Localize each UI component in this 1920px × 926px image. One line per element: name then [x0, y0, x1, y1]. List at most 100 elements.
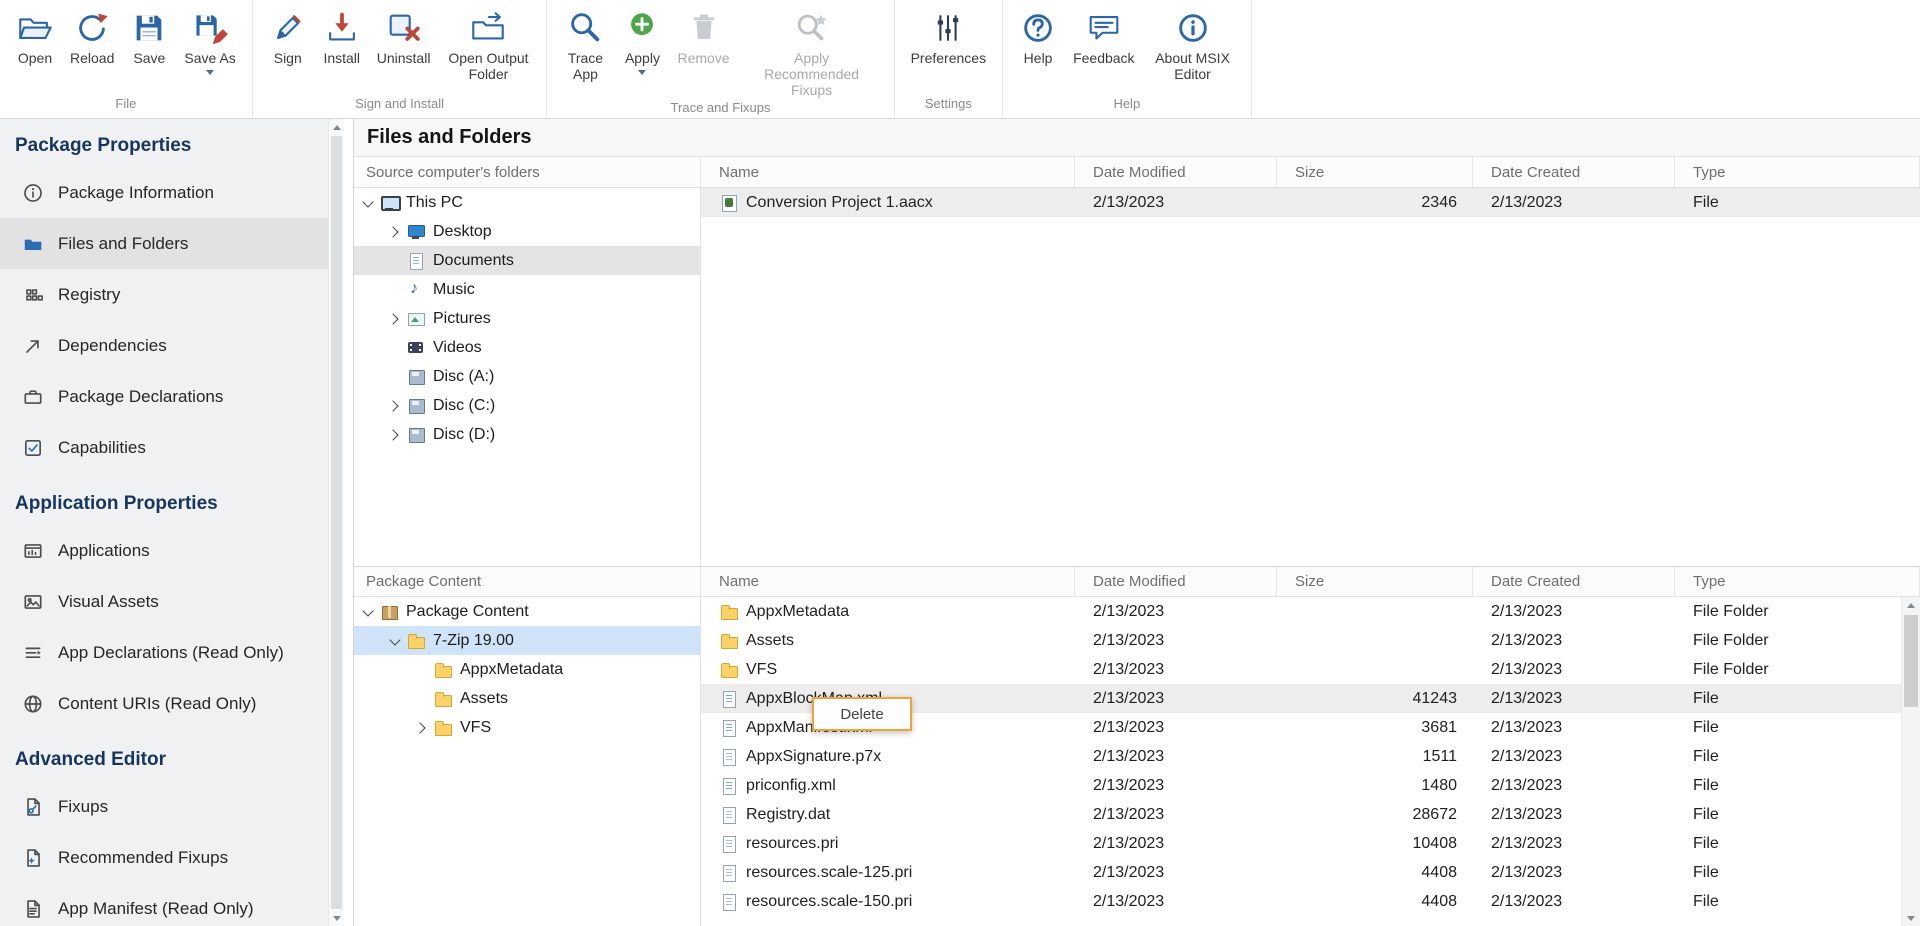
tree-item-label: 7-Zip 19.00: [433, 632, 514, 650]
column-header-type[interactable]: Type: [1675, 157, 1920, 187]
trace-app-button[interactable]: Trace App: [555, 5, 615, 82]
sidebar-item-dependencies[interactable]: Dependencies: [0, 320, 328, 371]
xml-icon: [719, 718, 739, 738]
open-button[interactable]: Open: [8, 5, 62, 66]
column-header-name[interactable]: Name: [701, 567, 1075, 596]
sidebar-item-fixups[interactable]: Fixups: [0, 781, 328, 832]
tree-item[interactable]: 7-Zip 19.00: [354, 626, 700, 655]
tree-item[interactable]: Assets: [354, 684, 700, 713]
save-as-button[interactable]: Save As: [176, 5, 243, 75]
column-header-type[interactable]: Type: [1675, 567, 1920, 596]
chevron-right-icon[interactable]: [413, 718, 433, 738]
sidebar-item-package-declarations[interactable]: Package Declarations: [0, 371, 328, 422]
ribbon-group-sign-and-install: Sign Install Uninstall: [253, 0, 548, 118]
tree-item[interactable]: Documents: [354, 246, 700, 275]
tree-item[interactable]: Videos: [354, 333, 700, 362]
uninstall-button[interactable]: Uninstall: [369, 5, 439, 66]
sidebar-item-registry[interactable]: Registry: [0, 269, 328, 320]
column-header-date-created[interactable]: Date Created: [1473, 157, 1675, 187]
chevron-down-icon[interactable]: [206, 70, 214, 75]
sidebar-item-visual-assets[interactable]: Visual Assets: [0, 576, 328, 627]
xml-icon: [719, 776, 739, 796]
scroll-down-icon[interactable]: [1902, 910, 1920, 926]
tree-item[interactable]: VFS: [354, 713, 700, 742]
tree-item[interactable]: Pictures: [354, 304, 700, 333]
table-row[interactable]: AppxSignature.p7x 2/13/2023 1511 2/13/20…: [701, 742, 1920, 771]
install-button[interactable]: Install: [315, 5, 369, 66]
chevron-down-icon[interactable]: [359, 193, 379, 213]
chevron-down-icon[interactable]: [359, 602, 379, 622]
doc-icon: [719, 892, 739, 912]
scroll-down-icon[interactable]: [329, 910, 344, 926]
sidebar-item-content-uris[interactable]: Content URIs (Read Only): [0, 678, 328, 729]
date-modified-cell: 2/13/2023: [1075, 597, 1277, 626]
chevron-right-icon[interactable]: [386, 396, 406, 416]
tree-item[interactable]: Desktop: [354, 217, 700, 246]
sidebar-item-applications[interactable]: Applications: [0, 525, 328, 576]
sign-button[interactable]: Sign: [261, 5, 315, 66]
date-created-cell: 2/13/2023: [1473, 684, 1675, 713]
column-header-date-created[interactable]: Date Created: [1473, 567, 1675, 596]
tree-item[interactable]: Disc (A:): [354, 362, 700, 391]
preferences-button[interactable]: Preferences: [903, 5, 994, 66]
table-row[interactable]: resources.pri 2/13/2023 10408 2/13/2023 …: [701, 829, 1920, 858]
package-table-scrollbar[interactable]: [1901, 597, 1920, 926]
tree-item[interactable]: This PC: [354, 188, 700, 217]
chevron-right-icon[interactable]: [386, 309, 406, 329]
chevron-down-icon[interactable]: [638, 70, 646, 75]
scroll-up-icon[interactable]: [329, 119, 344, 135]
tree-item[interactable]: Disc (C:): [354, 391, 700, 420]
table-row[interactable]: Conversion Project 1.aacx 2/13/2023 2346…: [701, 188, 1920, 217]
remove-button[interactable]: Remove: [669, 5, 737, 66]
open-output-folder-button[interactable]: Open Output Folder: [438, 5, 538, 82]
navigation-sidebar: Package Properties Package Information F…: [0, 119, 328, 926]
chevron-right-icon[interactable]: [386, 222, 406, 242]
chevron-down-icon[interactable]: [386, 631, 406, 651]
sidebar-item-app-manifest[interactable]: App Manifest (Read Only): [0, 883, 328, 926]
chevron-right-icon[interactable]: [386, 425, 406, 445]
ribbon-group-settings: Preferences Settings: [895, 0, 1003, 118]
type-cell: File Folder: [1675, 655, 1920, 684]
open-output-folder-icon: [469, 9, 507, 47]
column-header-date-modified[interactable]: Date Modified: [1075, 567, 1277, 596]
help-button[interactable]: Help: [1011, 5, 1065, 66]
date-modified-cell: 2/13/2023: [1075, 655, 1277, 684]
table-row[interactable]: AppxMetadata 2/13/2023 2/13/2023 File Fo…: [701, 597, 1920, 626]
sidebar-scrollbar-thumb[interactable]: [331, 136, 342, 909]
sidebar-scrollbar[interactable]: [328, 119, 344, 926]
table-row[interactable]: Registry.dat 2/13/2023 28672 2/13/2023 F…: [701, 800, 1920, 829]
scroll-up-icon[interactable]: [1902, 597, 1920, 613]
sidebar-item-package-information[interactable]: Package Information: [0, 167, 328, 218]
tree-item[interactable]: Music: [354, 275, 700, 304]
sidebar-heading-application-properties: Application Properties: [0, 483, 328, 525]
sidebar-item-capabilities[interactable]: Capabilities: [0, 422, 328, 473]
tree-item[interactable]: Package Content: [354, 597, 700, 626]
sidebar-item-app-declarations[interactable]: App Declarations (Read Only): [0, 627, 328, 678]
tree-item[interactable]: AppxMetadata: [354, 655, 700, 684]
remove-trash-icon: [685, 9, 723, 47]
about-msix-editor-button[interactable]: About MSIX Editor: [1143, 5, 1243, 82]
sidebar-item-recommended-fixups[interactable]: Recommended Fixups: [0, 832, 328, 883]
table-row[interactable]: Assets 2/13/2023 2/13/2023 File Folder: [701, 626, 1920, 655]
apply-button[interactable]: Apply: [615, 5, 669, 75]
sidebar-item-files-and-folders[interactable]: Files and Folders: [0, 218, 328, 269]
column-header-size[interactable]: Size: [1277, 157, 1473, 187]
scrollbar-thumb[interactable]: [1904, 615, 1918, 707]
feedback-button[interactable]: Feedback: [1065, 5, 1142, 66]
table-row[interactable]: VFS 2/13/2023 2/13/2023 File Folder: [701, 655, 1920, 684]
table-row[interactable]: resources.scale-125.pri 2/13/2023 4408 2…: [701, 858, 1920, 887]
tree-item[interactable]: Disc (D:): [354, 420, 700, 449]
reload-button[interactable]: Reload: [62, 5, 122, 66]
date-modified-cell: 2/13/2023: [1075, 887, 1277, 916]
column-header-date-modified[interactable]: Date Modified: [1075, 157, 1277, 187]
ribbon-group-label-sign-and-install: Sign and Install: [255, 94, 545, 118]
context-menu-delete[interactable]: Delete: [840, 706, 883, 723]
sign-pen-icon: [269, 9, 307, 47]
aacx-icon: [719, 193, 739, 213]
save-button[interactable]: Save: [122, 5, 176, 66]
table-row[interactable]: priconfig.xml 2/13/2023 1480 2/13/2023 F…: [701, 771, 1920, 800]
table-row[interactable]: resources.scale-150.pri 2/13/2023 4408 2…: [701, 887, 1920, 916]
column-header-name[interactable]: Name: [701, 157, 1075, 187]
column-header-size[interactable]: Size: [1277, 567, 1473, 596]
apply-recommended-fixups-button[interactable]: Apply Recommended Fixups: [738, 5, 886, 98]
